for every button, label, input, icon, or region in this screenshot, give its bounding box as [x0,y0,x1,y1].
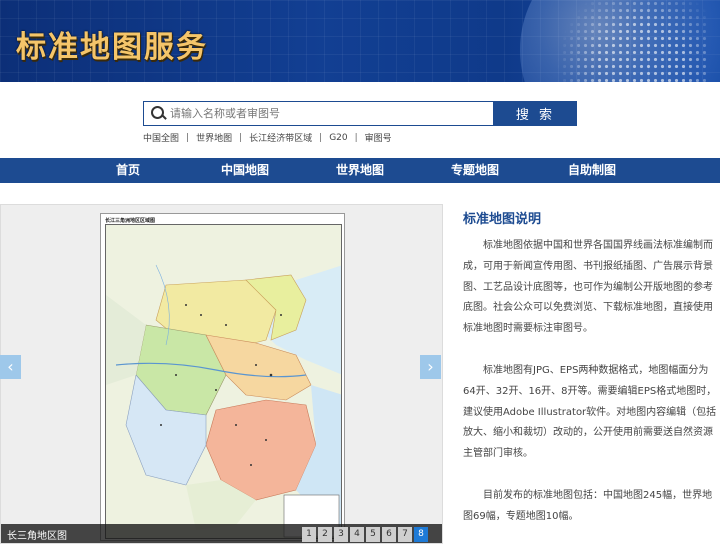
page-button[interactable]: 6 [382,527,396,542]
nav-thematic-map[interactable]: 专题地图 [451,158,499,183]
map-title: 长江三角洲地区区域图 [105,218,156,224]
page-button[interactable]: 3 [334,527,348,542]
map-carousel: 长江三角洲地区区域图 长三角地区图 1 2 3 4 5 6 7 8 [0,204,443,544]
description-title: 标准地图说明 [463,212,542,227]
header-banner: 标准地图服务 [0,0,720,82]
page-button[interactable]: 5 [366,527,380,542]
page-button[interactable]: 1 [302,527,316,542]
nav-world-map[interactable]: 世界地图 [336,158,384,183]
carousel-pager: 1 2 3 4 5 6 7 8 [302,527,428,542]
quick-link-china-map[interactable]: 中国全图 [143,131,179,144]
nav-custom-map[interactable]: 自助制图 [568,158,616,183]
quick-links: 中国全图 | 世界地图 | 长江经济带区域 | G20 | 审图号 [143,131,392,145]
separator: | [354,132,358,143]
page-button[interactable]: 2 [318,527,332,542]
nav-home[interactable]: 首页 [116,158,140,183]
prev-arrow-icon[interactable]: ‹ [0,355,21,379]
page-button[interactable]: 7 [398,527,412,542]
description-paragraph: 标准地图有JPG、EPS两种数据格式，地图幅面分为64开、32开、16开、8开等… [463,365,717,460]
separator: | [319,132,323,143]
map-illustration [106,225,341,538]
globe-dots [540,0,710,82]
next-arrow-icon[interactable]: › [420,355,441,379]
quick-link-g20[interactable]: G20 [329,133,347,143]
separator: | [186,132,190,143]
description-paragraph: 标准地图依据中国和世界各国国界线画法标准编制而成，可用于新闻宣传用图、书刊报纸插… [463,240,713,335]
page-button-active[interactable]: 8 [414,527,428,542]
quick-link-review-number[interactable]: 审图号 [365,131,392,144]
search-icon [148,102,170,125]
nav-china-map[interactable]: 中国地图 [221,158,269,183]
search-button[interactable]: 搜 索 [494,101,577,126]
search-input[interactable] [170,102,493,125]
carousel-caption-bar: 长三角地区图 1 2 3 4 5 6 7 8 [1,524,442,543]
site-title: 标准地图服务 [16,30,208,65]
carousel-caption: 长三角地区图 [7,531,67,542]
separator: | [239,132,243,143]
main-nav: 首页 中国地图 世界地图 专题地图 自助制图 [0,158,720,183]
search-box [143,101,494,126]
quick-link-yangtze[interactable]: 长江经济带区域 [249,131,312,144]
map-image[interactable]: 长江三角洲地区区域图 [100,213,345,541]
map-frame [105,224,342,539]
description-paragraph: 目前发布的标准地图包括：中国地图245幅，世界地图69幅，专题地图10幅。 [463,490,713,522]
page-button[interactable]: 4 [350,527,364,542]
quick-link-world-map[interactable]: 世界地图 [196,131,232,144]
